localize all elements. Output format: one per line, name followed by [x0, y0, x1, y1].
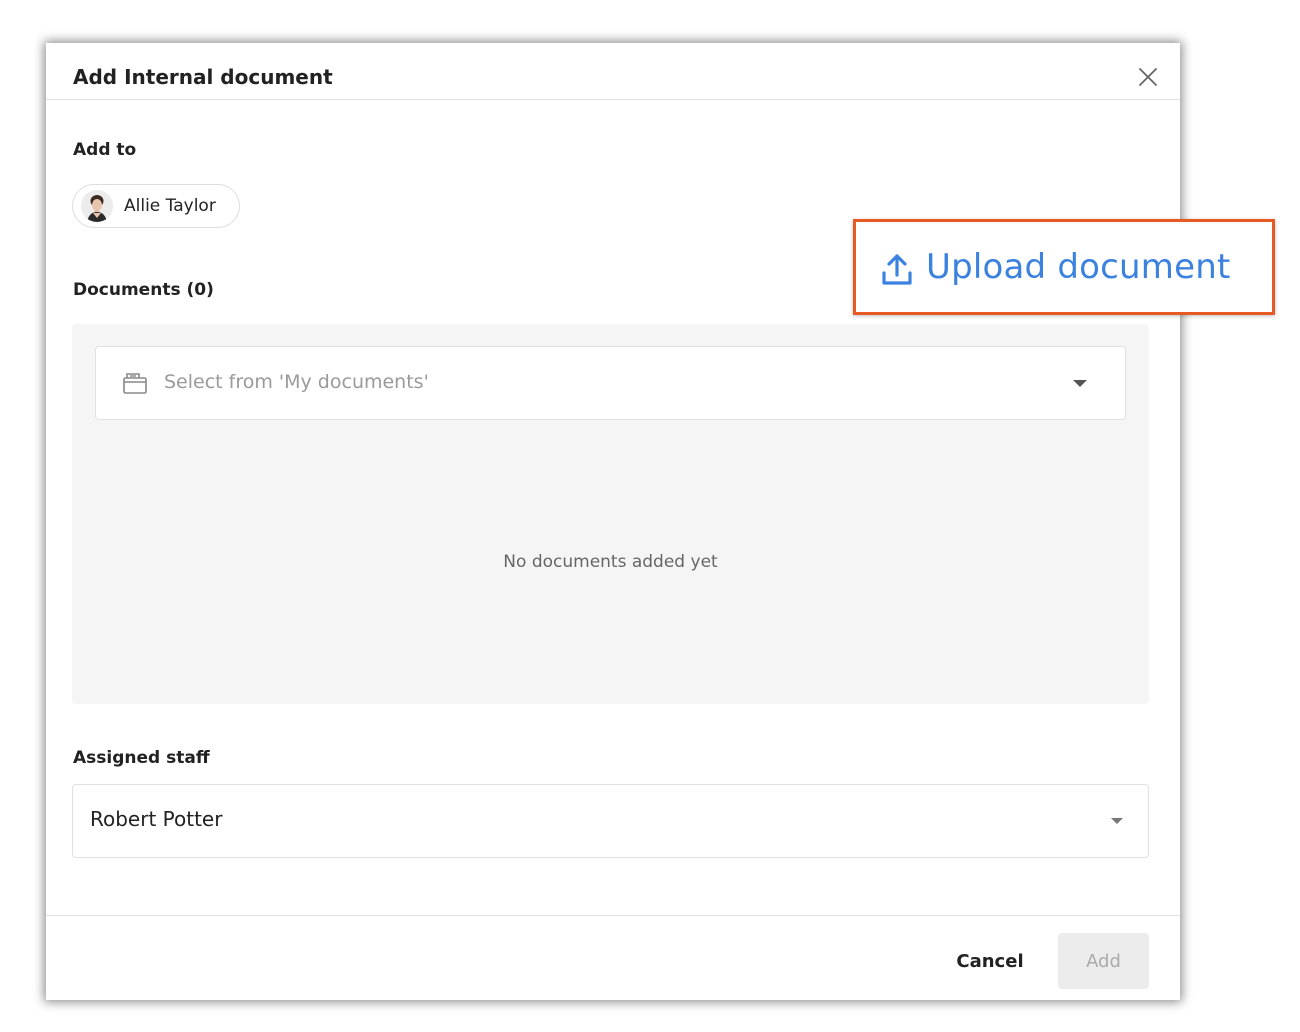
upload-document-label: Upload document — [926, 247, 1231, 287]
document-folder-icon — [123, 373, 147, 394]
empty-state-text: No documents added yet — [503, 552, 718, 572]
assigned-staff-value: Robert Potter — [90, 807, 223, 831]
chevron-down-icon — [1073, 380, 1087, 387]
recipient-chip[interactable]: Allie Taylor — [72, 184, 240, 228]
screenshot-stage: Add Internal document Add to Allie Taylo… — [0, 0, 1300, 1032]
add-button[interactable]: Add — [1058, 933, 1149, 989]
recipient-name: Allie Taylor — [124, 196, 216, 216]
add-internal-document-dialog: Add Internal document Add to Allie Taylo… — [46, 43, 1180, 1000]
cancel-button[interactable]: Cancel — [940, 933, 1040, 989]
my-documents-select[interactable]: Select from 'My documents' — [95, 346, 1126, 420]
close-button[interactable] — [1136, 65, 1160, 89]
dialog-footer: Cancel Add — [46, 915, 1180, 1001]
assigned-staff-select[interactable]: Robert Potter — [72, 784, 1149, 858]
documents-panel: Select from 'My documents' No documents … — [72, 324, 1149, 704]
upload-document-button[interactable]: Upload document — [853, 219, 1275, 315]
upload-icon — [882, 254, 912, 285]
dialog-header: Add Internal document — [46, 43, 1180, 100]
assigned-staff-label: Assigned staff — [73, 748, 210, 768]
add-to-label: Add to — [73, 140, 137, 160]
documents-label: Documents (0) — [73, 280, 214, 300]
select-placeholder: Select from 'My documents' — [164, 371, 429, 393]
dialog-title: Add Internal document — [73, 65, 333, 89]
chevron-down-icon — [1111, 818, 1123, 824]
close-icon — [1139, 68, 1157, 86]
avatar — [81, 190, 113, 222]
